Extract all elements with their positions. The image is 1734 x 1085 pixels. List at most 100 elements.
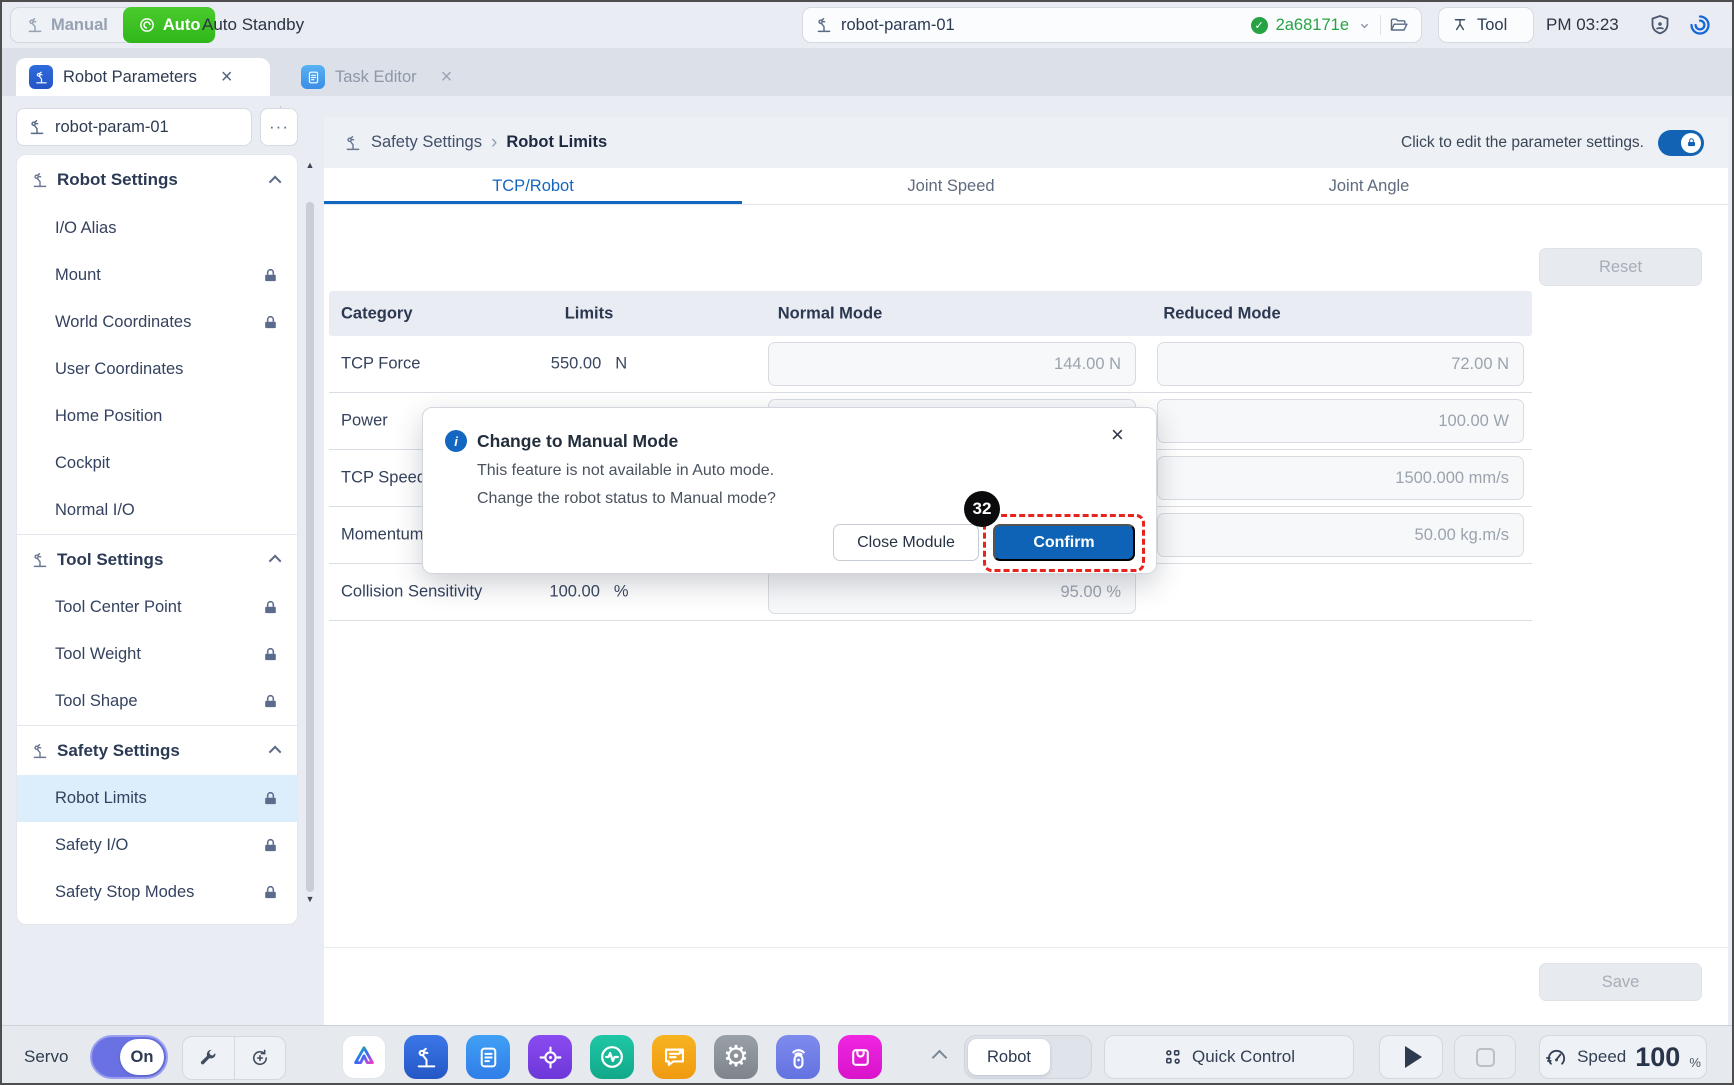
sidebar-item-world-coordinates[interactable]: World Coordinates	[17, 299, 297, 346]
reduced-mode-input[interactable]	[1157, 513, 1524, 557]
scroll-up-arrow-icon[interactable]	[303, 158, 317, 172]
clock: PM 03:23	[1546, 2, 1619, 48]
remote-control-icon	[785, 1044, 812, 1071]
close-module-button[interactable]: Close Module	[833, 524, 979, 561]
lock-icon	[262, 884, 279, 901]
info-icon	[445, 430, 467, 452]
dock-app-robot[interactable]	[404, 1035, 448, 1079]
robot-arm-icon	[26, 16, 44, 34]
dock-expand-chevron-icon[interactable]	[932, 1050, 948, 1066]
breadcrumb-chevron-icon	[491, 133, 497, 152]
sidebar-item-tool-center-point[interactable]: Tool Center Point	[17, 584, 297, 631]
reduced-mode-input[interactable]	[1157, 399, 1524, 443]
scrollbar-thumb[interactable]	[306, 202, 314, 892]
chevron-down-icon[interactable]	[1357, 18, 1372, 33]
sidebar-item-normal-io[interactable]: Normal I/O	[17, 487, 297, 534]
normal-mode-input[interactable]	[768, 570, 1136, 614]
footer-divider	[324, 947, 1728, 948]
waveform-monitor-icon	[598, 1043, 626, 1071]
item-label: Tool Center Point	[55, 598, 182, 617]
breadcrumb: Safety Settings Robot Limits	[324, 133, 607, 152]
dialog-message-line1: This feature is not available in Auto mo…	[477, 462, 774, 480]
tool-button-label: Tool	[1477, 16, 1507, 35]
dialog-close-icon[interactable]	[1111, 424, 1124, 446]
open-folder-icon[interactable]	[1389, 15, 1409, 35]
sidebar-item-home-position[interactable]: Home Position	[17, 393, 297, 440]
stop-button[interactable]	[1454, 1035, 1516, 1079]
tab-tcp-robot[interactable]: TCP/Robot	[324, 168, 742, 204]
update-rotate-button[interactable]	[234, 1037, 286, 1079]
dock-app-remote[interactable]	[776, 1035, 820, 1079]
confirm-button[interactable]: Confirm	[993, 524, 1135, 561]
scroll-down-arrow-icon[interactable]	[303, 892, 317, 906]
tab-joint-speed[interactable]: Joint Speed	[742, 168, 1160, 204]
lock-icon	[262, 599, 279, 616]
divider	[1380, 15, 1381, 35]
manual-mode-button[interactable]: Manual	[11, 7, 123, 43]
sidebar-item-cockpit[interactable]: Cockpit	[17, 440, 297, 487]
sidebar-item-user-coordinates[interactable]: User Coordinates	[17, 346, 297, 393]
reduced-mode-input[interactable]	[1157, 342, 1524, 386]
collapse-chevron-icon[interactable]	[269, 555, 282, 568]
sidebar-scrollbar[interactable]	[303, 158, 317, 906]
sidebar-item-safety-stop-modes[interactable]: Safety Stop Modes	[17, 869, 297, 916]
version-hash: 2a68171e	[1276, 16, 1349, 35]
quick-control-button[interactable]: Quick Control	[1104, 1035, 1354, 1079]
parameter-name-field[interactable]: robot-param-01	[16, 108, 252, 146]
robot-selector-label[interactable]: Robot	[968, 1039, 1050, 1075]
speed-unit: %	[1689, 1055, 1701, 1070]
wrench-button[interactable]	[183, 1037, 234, 1079]
close-tab-icon[interactable]	[221, 67, 233, 87]
section-robot-settings[interactable]: Robot Settings	[17, 155, 297, 205]
robot-arm-icon	[31, 742, 49, 760]
normal-mode-input[interactable]	[768, 342, 1136, 386]
breadcrumb-parent[interactable]: Safety Settings	[371, 133, 482, 152]
active-parameter-pill[interactable]: robot-param-01 2a68171e	[802, 7, 1422, 43]
robot-arm-icon	[31, 171, 49, 189]
tool-button[interactable]: Tool	[1438, 7, 1534, 43]
sidebar-item-tool-shape[interactable]: Tool Shape	[17, 678, 297, 725]
tab-label: Robot Parameters	[63, 68, 197, 87]
sidebar-item-tool-weight[interactable]: Tool Weight	[17, 631, 297, 678]
wrench-icon	[198, 1048, 218, 1068]
lock-icon	[262, 790, 279, 807]
dock-app-settings[interactable]	[714, 1035, 758, 1079]
more-options-button[interactable]	[260, 108, 298, 146]
dock-app-jog[interactable]	[528, 1035, 572, 1079]
row-category: Power	[341, 412, 388, 431]
section-safety-settings[interactable]: Safety Settings	[17, 725, 297, 775]
close-tab-icon[interactable]	[441, 67, 453, 87]
collapse-chevron-icon[interactable]	[269, 746, 282, 759]
safety-shield-icon[interactable]	[1648, 13, 1672, 37]
robot-selector[interactable]: Robot	[964, 1035, 1092, 1079]
sidebar-item-io-alias[interactable]: I/O Alias	[17, 205, 297, 252]
auto-mode-icon	[138, 16, 156, 34]
dock-app-home[interactable]	[342, 1035, 386, 1079]
collapse-chevron-icon[interactable]	[269, 175, 282, 188]
breadcrumb-current: Robot Limits	[506, 133, 607, 152]
play-button[interactable]	[1379, 1035, 1443, 1079]
tab-joint-angle[interactable]: Joint Angle	[1160, 168, 1578, 204]
dock-app-task-editor[interactable]	[466, 1035, 510, 1079]
section-tool-settings[interactable]: Tool Settings	[17, 534, 297, 584]
active-parameter-name: robot-param-01	[841, 16, 955, 35]
edit-lock-toggle[interactable]	[1658, 130, 1704, 156]
tab-robot-parameters[interactable]: Robot Parameters	[16, 58, 270, 96]
tab-task-editor[interactable]: Task Editor	[288, 58, 478, 96]
sidebar-item-safety-io[interactable]: Safety I/O	[17, 822, 297, 869]
connection-swirl-icon[interactable]	[1688, 13, 1712, 37]
lock-icon	[262, 693, 279, 710]
robot-arm-icon	[815, 16, 833, 34]
sidebar-item-mount[interactable]: Mount	[17, 252, 297, 299]
speed-indicator[interactable]: Speed 100 %	[1539, 1035, 1707, 1079]
dock-app-monitor[interactable]	[590, 1035, 634, 1079]
sidebar-item-robot-limits[interactable]: Robot Limits	[17, 775, 297, 822]
item-label: Normal I/O	[55, 501, 135, 520]
dock-app-log[interactable]	[652, 1035, 696, 1079]
reset-button[interactable]: Reset	[1539, 248, 1702, 286]
save-button[interactable]: Save	[1539, 963, 1702, 1001]
servo-toggle[interactable]: On	[90, 1035, 168, 1079]
row-category: Momentum	[341, 526, 424, 545]
reduced-mode-input[interactable]	[1157, 456, 1524, 500]
dock-app-store[interactable]	[838, 1035, 882, 1079]
